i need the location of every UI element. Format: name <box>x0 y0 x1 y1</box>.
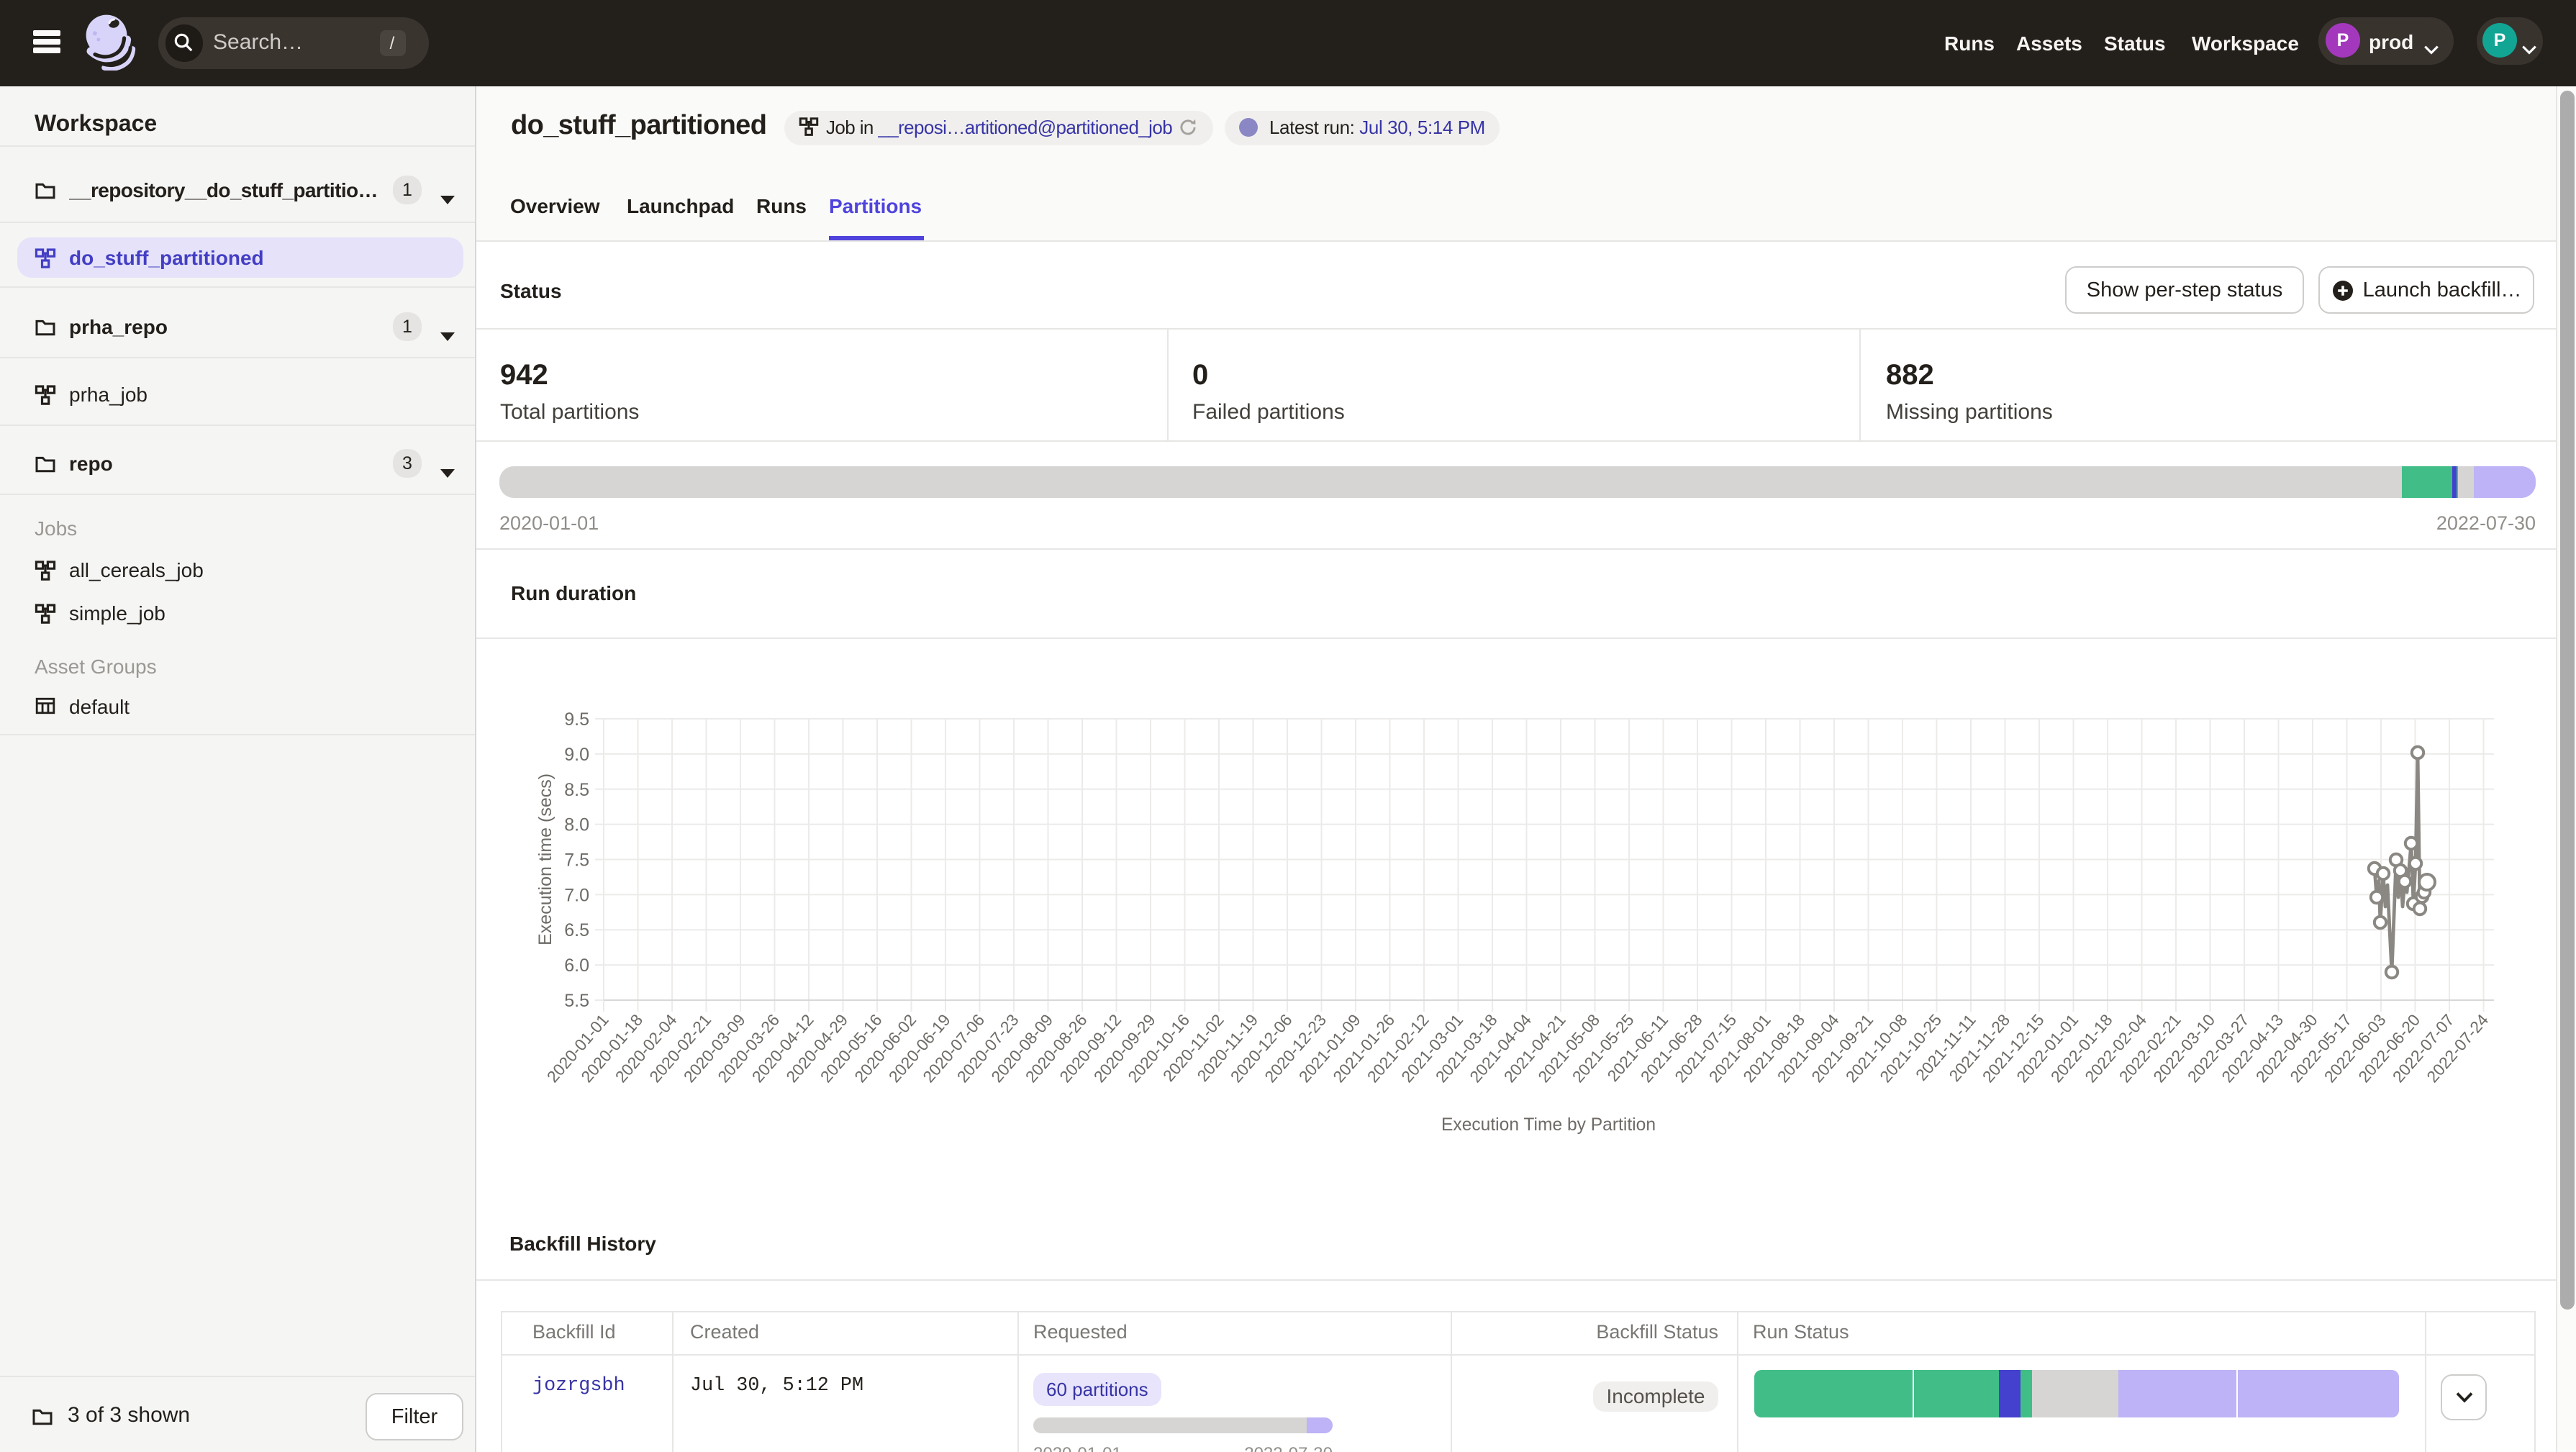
svg-text:7.5: 7.5 <box>564 850 589 871</box>
svg-text:9.0: 9.0 <box>564 745 589 765</box>
svg-text:Execution time (secs): Execution time (secs) <box>535 773 555 945</box>
svg-text:Execution Time by Partition: Execution Time by Partition <box>1441 1115 1656 1135</box>
svg-text:8.5: 8.5 <box>564 780 589 800</box>
svg-text:6.5: 6.5 <box>564 920 589 940</box>
svg-text:6.0: 6.0 <box>564 956 589 976</box>
svg-text:7.0: 7.0 <box>564 885 589 905</box>
svg-text:5.5: 5.5 <box>564 991 589 1011</box>
svg-text:8.0: 8.0 <box>564 815 589 835</box>
svg-text:9.5: 9.5 <box>564 709 589 730</box>
